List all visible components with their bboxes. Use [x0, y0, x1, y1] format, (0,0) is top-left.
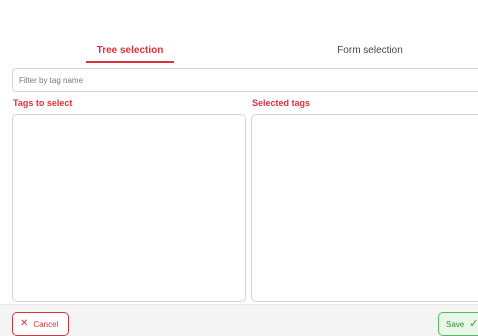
tab-form-selection-label: Form selection	[337, 45, 403, 56]
cancel-button[interactable]: ✕ Cancel	[12, 312, 69, 336]
tags-to-select-heading: Tags to select	[13, 98, 73, 108]
selected-tags-list[interactable]	[251, 114, 478, 302]
cancel-button-label: Cancel	[33, 319, 59, 329]
tab-bar: Tree selection Form selection	[0, 40, 478, 64]
tags-to-select-list[interactable]	[12, 114, 246, 302]
tab-tree-selection-label: Tree selection	[96, 45, 164, 56]
tag-selection-dialog: Tree selection Form selection Tags to se…	[0, 0, 478, 336]
save-button[interactable]: Save ✓	[438, 312, 478, 336]
save-button-label: Save	[446, 319, 465, 329]
dialog-footer	[0, 304, 478, 336]
filter-tag-input[interactable]	[12, 68, 478, 92]
tab-tree-selection[interactable]: Tree selection	[86, 40, 174, 64]
selected-tags-heading: Selected tags	[252, 98, 311, 108]
tab-form-selection[interactable]: Form selection	[320, 40, 420, 64]
close-icon: ✕	[20, 318, 29, 329]
active-tab-indicator	[86, 61, 174, 63]
check-icon: ✓	[469, 317, 478, 330]
